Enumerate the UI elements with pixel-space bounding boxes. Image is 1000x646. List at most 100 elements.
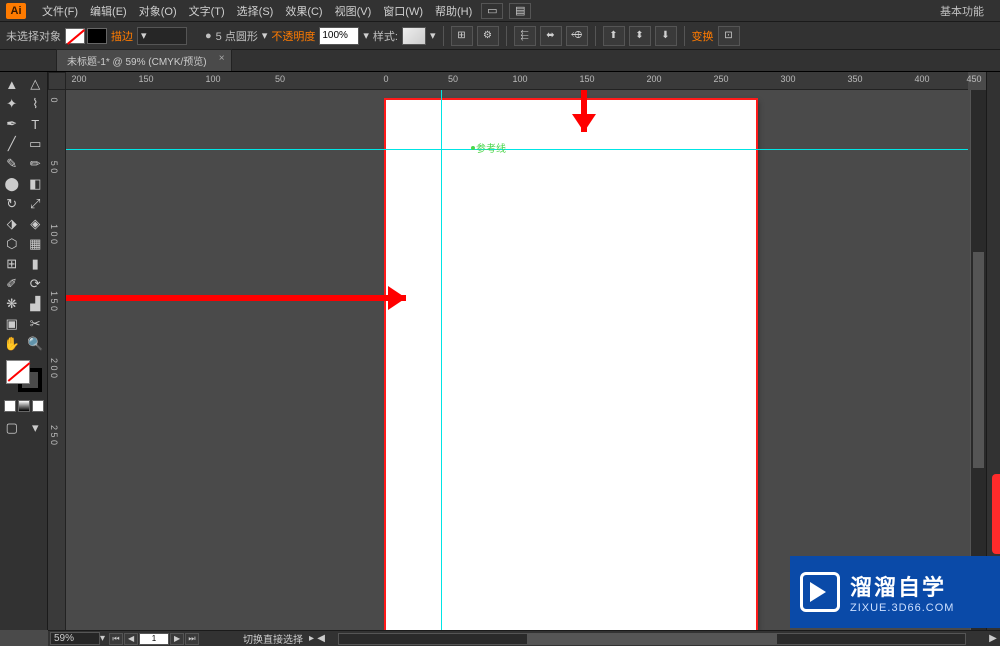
doc-setup-icon[interactable]: ⊞ bbox=[451, 26, 473, 46]
gradient-tool[interactable]: ▮ bbox=[24, 254, 48, 274]
horizontal-ruler[interactable]: 200 150 100 50 0 50 100 150 200 250 300 … bbox=[66, 72, 968, 90]
pencil-tool[interactable]: ✏ bbox=[24, 154, 48, 174]
menu-type[interactable]: 文字(T) bbox=[183, 3, 231, 19]
zoom-field[interactable]: 59% bbox=[50, 632, 100, 645]
change-screen-tool[interactable]: ▾ bbox=[24, 418, 48, 438]
align-middle-icon[interactable]: ⬍ bbox=[629, 26, 651, 46]
slice-tool[interactable]: ✂ bbox=[24, 314, 48, 334]
hand-tool[interactable]: ✋ bbox=[0, 334, 24, 354]
menu-select[interactable]: 选择(S) bbox=[231, 3, 280, 19]
guide-handle-icon bbox=[471, 146, 475, 150]
lasso-tool[interactable]: ⌇ bbox=[24, 94, 48, 114]
color-mode-none[interactable] bbox=[32, 400, 44, 412]
document-tab-bar: 未标题-1* @ 59% (CMYK/预览) × bbox=[0, 50, 1000, 72]
artboard-number-field[interactable]: 1 bbox=[139, 633, 169, 645]
next-artboard-button[interactable]: ▶ bbox=[170, 633, 184, 645]
hscroll-thumb[interactable] bbox=[527, 634, 777, 644]
graph-tool[interactable]: ▟ bbox=[24, 294, 48, 314]
brush-shape-label: ● bbox=[205, 30, 212, 42]
color-mode-color[interactable] bbox=[4, 400, 16, 412]
menu-file[interactable]: 文件(F) bbox=[36, 3, 84, 19]
first-artboard-button[interactable]: ⏮ bbox=[109, 633, 123, 645]
screen-mode-tool[interactable]: ▢ bbox=[0, 418, 24, 438]
align-right-icon[interactable]: ⬲ bbox=[566, 26, 588, 46]
vertical-scrollbar[interactable] bbox=[970, 90, 986, 630]
align-bottom-icon[interactable]: ⬇ bbox=[655, 26, 677, 46]
width-tool[interactable]: ⬗ bbox=[0, 214, 24, 234]
menu-view[interactable]: 视图(V) bbox=[329, 3, 378, 19]
stroke-swatch-black[interactable] bbox=[87, 28, 107, 44]
menu-bar: Ai 文件(F) 编辑(E) 对象(O) 文字(T) 选择(S) 效果(C) 视… bbox=[0, 0, 1000, 22]
status-info: 切换直接选择 bbox=[243, 631, 303, 646]
zoom-tool[interactable]: 🔍 bbox=[24, 334, 48, 354]
rotate-tool[interactable]: ↻ bbox=[0, 194, 24, 214]
prev-artboard-button[interactable]: ◀ bbox=[124, 633, 138, 645]
annotation-accent bbox=[992, 474, 1000, 554]
line-tool[interactable]: ╱ bbox=[0, 134, 24, 154]
canvas[interactable]: 参考线 bbox=[66, 90, 968, 630]
hscroll-left-button[interactable]: ◀ bbox=[314, 633, 328, 644]
transform-icon[interactable]: ⊡ bbox=[718, 26, 740, 46]
menu-object[interactable]: 对象(O) bbox=[133, 3, 183, 19]
document-tab[interactable]: 未标题-1* @ 59% (CMYK/预览) × bbox=[56, 49, 232, 71]
menu-window[interactable]: 窗口(W) bbox=[377, 3, 429, 19]
fillstroke-swatches[interactable] bbox=[65, 28, 107, 44]
pen-tool[interactable]: ✒ bbox=[0, 114, 24, 134]
eraser-tool[interactable]: ◧ bbox=[24, 174, 48, 194]
horizontal-scrollbar[interactable] bbox=[338, 633, 966, 645]
rectangle-tool[interactable]: ▭ bbox=[24, 134, 48, 154]
blend-tool[interactable]: ⟳ bbox=[24, 274, 48, 294]
transform-label[interactable]: 变换 bbox=[692, 28, 714, 44]
layout-icon-2[interactable]: ▤ bbox=[509, 3, 531, 19]
selection-tool[interactable]: ▲ bbox=[0, 74, 24, 94]
style-swatch[interactable] bbox=[402, 27, 426, 45]
opacity-label[interactable]: 不透明度 bbox=[271, 28, 315, 44]
shape-builder-tool[interactable]: ⬡ bbox=[0, 234, 24, 254]
type-tool[interactable]: T bbox=[24, 114, 48, 134]
mesh-tool[interactable]: ⊞ bbox=[0, 254, 24, 274]
menu-edit[interactable]: 编辑(E) bbox=[84, 3, 133, 19]
stroke-weight-menu[interactable]: ▾ bbox=[137, 27, 187, 45]
eyedropper-tool[interactable]: ✐ bbox=[0, 274, 24, 294]
align-left-icon[interactable]: ⬱ bbox=[514, 26, 536, 46]
fill-indicator[interactable] bbox=[6, 360, 30, 384]
vertical-ruler[interactable]: 0 5 0 1 0 0 1 5 0 2 0 0 2 5 0 bbox=[48, 90, 66, 630]
stroke-label[interactable]: 描边 bbox=[111, 28, 133, 44]
paintbrush-tool[interactable]: ✎ bbox=[0, 154, 24, 174]
magic-wand-tool[interactable]: ✦ bbox=[0, 94, 24, 114]
options-bar: 未选择对象 描边 ▾ ● 5 点圆形 ▾ 不透明度 100% ▾ 样式: ▾ ⊞… bbox=[0, 22, 1000, 50]
brush-name: 5 点圆形 bbox=[216, 28, 258, 44]
style-label: 样式: bbox=[373, 28, 398, 44]
free-transform-tool[interactable]: ◈ bbox=[24, 214, 48, 234]
canvas-area: 200 150 100 50 0 50 100 150 200 250 300 … bbox=[48, 72, 986, 630]
watermark: 溜溜自学 ZIXUE.3D66.COM bbox=[790, 556, 1000, 628]
artboard-tool[interactable]: ▣ bbox=[0, 314, 24, 334]
vscroll-thumb[interactable] bbox=[973, 252, 984, 468]
close-tab-icon[interactable]: × bbox=[219, 53, 225, 64]
align-top-icon[interactable]: ⬆ bbox=[603, 26, 625, 46]
blob-brush-tool[interactable]: ⬤ bbox=[0, 174, 24, 194]
fill-stroke-indicator[interactable] bbox=[4, 358, 44, 394]
fill-swatch-none[interactable] bbox=[65, 28, 85, 44]
direct-select-tool[interactable]: △ bbox=[24, 74, 48, 94]
ruler-origin[interactable] bbox=[48, 72, 66, 90]
align-center-icon[interactable]: ⬌ bbox=[540, 26, 562, 46]
layout-icon-1[interactable]: ▭ bbox=[481, 3, 503, 19]
perspective-tool[interactable]: ▦ bbox=[24, 234, 48, 254]
hscroll-right-button[interactable]: ▶ bbox=[986, 633, 1000, 644]
status-bar: 59% ▾ ⏮ ◀ 1 ▶ ⏭ 切换直接选择 ▸ ◀ ▶ bbox=[48, 630, 1000, 646]
document-tab-title: 未标题-1* @ 59% (CMYK/预览) bbox=[67, 57, 207, 68]
color-mode-gradient[interactable] bbox=[18, 400, 30, 412]
artboard-nav: ⏮ ◀ 1 ▶ ⏭ bbox=[109, 633, 199, 645]
horizontal-guide[interactable] bbox=[66, 149, 968, 150]
last-artboard-button[interactable]: ⏭ bbox=[185, 633, 199, 645]
vertical-guide[interactable] bbox=[441, 90, 442, 630]
menu-effect[interactable]: 效果(C) bbox=[279, 3, 328, 19]
scale-tool[interactable]: ⤢ bbox=[24, 194, 48, 214]
workspace-switcher[interactable]: 基本功能 bbox=[930, 3, 994, 19]
symbol-sprayer-tool[interactable]: ❋ bbox=[0, 294, 24, 314]
pref-icon[interactable]: ⚙ bbox=[477, 26, 499, 46]
opacity-field[interactable]: 100% bbox=[319, 27, 359, 45]
menu-help[interactable]: 帮助(H) bbox=[429, 3, 478, 19]
annotation-arrow-horizontal bbox=[66, 295, 406, 301]
